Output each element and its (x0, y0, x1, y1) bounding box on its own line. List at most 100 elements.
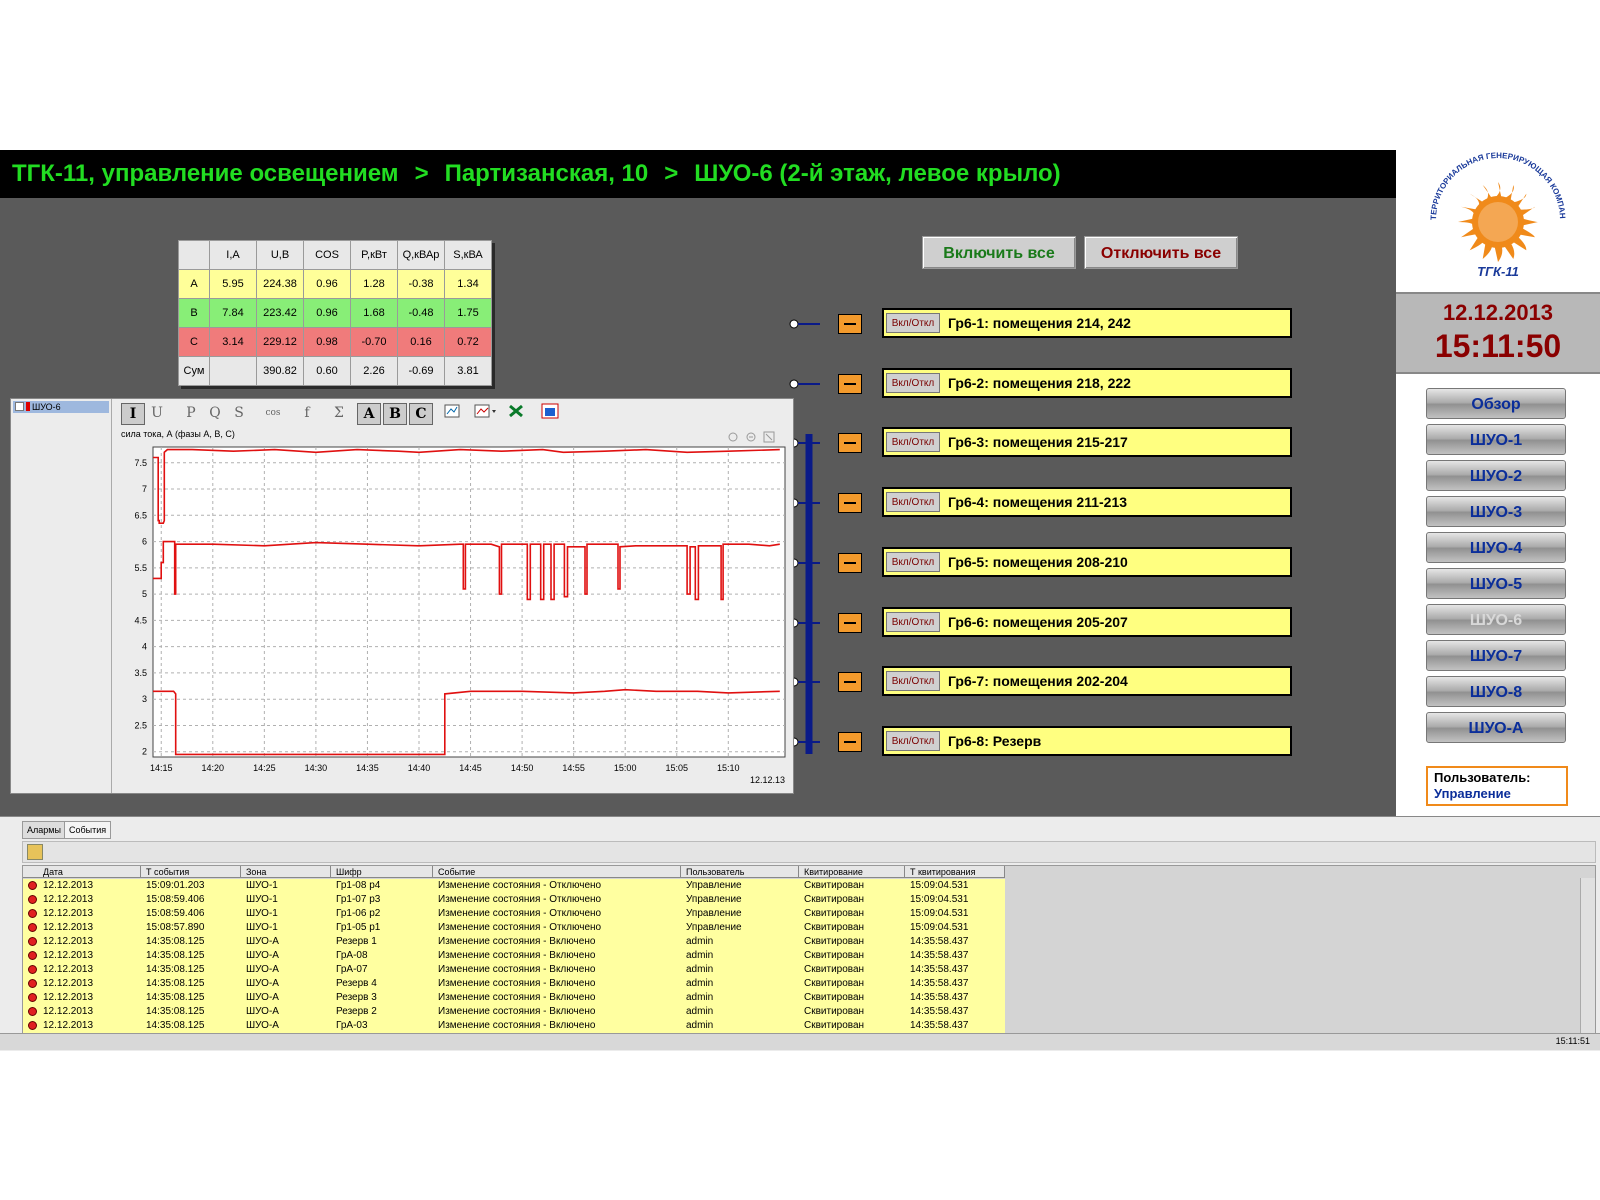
event-status-icon (28, 923, 37, 932)
group-toggle-minus-7[interactable] (838, 672, 862, 692)
event-status-icon (28, 881, 37, 890)
table-cell: 14:35:58.437 (905, 1005, 1005, 1019)
group-onoff-button[interactable]: Вкл/Откл (886, 612, 940, 632)
column-header[interactable]: Дата (23, 866, 141, 878)
group-toggle-minus-8[interactable] (838, 732, 862, 752)
group-onoff-button[interactable]: Вкл/Откл (886, 552, 940, 572)
table-row[interactable]: 12.12.2013 15:08:59.406 ШУО-1 Гр1-07 р3 Изме… (23, 893, 1595, 907)
event-status-icon (28, 1007, 37, 1016)
column-header[interactable]: Пользователь (681, 866, 799, 878)
table-cell: 15:09:04.531 (905, 907, 1005, 921)
group-onoff-button[interactable]: Вкл/Откл (886, 731, 940, 751)
nav-shuo6-button[interactable]: ШУО-6 (1426, 604, 1566, 635)
column-header[interactable]: Т события (141, 866, 241, 878)
nav-shuo4-button[interactable]: ШУО-4 (1426, 532, 1566, 563)
table-cell: 0.72 (444, 327, 492, 357)
tool-phase-c-button[interactable]: C (409, 403, 433, 425)
tool-active-power-button[interactable]: P (181, 403, 201, 423)
group-onoff-button[interactable]: Вкл/Откл (886, 373, 940, 393)
table-row[interactable]: 12.12.2013 14:35:08.125 ШУО-А ГрА-07 Изменен… (23, 963, 1595, 977)
group-toggle-minus-6[interactable] (838, 613, 862, 633)
table-row[interactable]: 12.12.2013 14:35:08.125 ШУО-А Резерв 1 Измен… (23, 935, 1595, 949)
table-row[interactable]: 12.12.2013 15:08:59.406 ШУО-1 Гр1-06 р2 Изме… (23, 907, 1595, 921)
breadcrumb-item-building[interactable]: Партизанская, 10 (445, 160, 649, 187)
tool-apparent-power-button[interactable]: S (229, 403, 249, 423)
event-scrollbar[interactable] (1580, 878, 1595, 1044)
group-onoff-button[interactable]: Вкл/Откл (886, 313, 940, 333)
group-row-5[interactable]: Вкл/Откл Гр6-5: помещения 208-210 (882, 547, 1292, 577)
turn-off-all-button[interactable]: Отключить все (1084, 236, 1238, 269)
table-row-phase-c: C 3.14 229.12 0.98 -0.70 0.16 0.72 (178, 327, 492, 357)
group-toggle-minus-2[interactable] (838, 374, 862, 394)
table-cell: Сквитирован (799, 949, 905, 963)
company-logo: ТЕРРИТОРИАЛЬНАЯ ГЕНЕРИРУЮЩАЯ КОМПАНИЯ №1… (1392, 143, 1600, 292)
current-trend-chart[interactable]: 7.5 7 6.5 6 5.5 5 4.5 4 3.5 3 2.5 2 14:15 14:20 14:25… (111, 439, 791, 791)
table-cell: 14:35:08.125 (141, 1019, 241, 1033)
table-row[interactable]: 12.12.2013 15:08:57.890 ШУО-1 Гр1-05 р1 Изме… (23, 921, 1595, 935)
group-toggle-minus-4[interactable] (838, 493, 862, 513)
table-header: COS (303, 240, 351, 270)
group-onoff-button[interactable]: Вкл/Откл (886, 432, 940, 452)
group-onoff-button[interactable]: Вкл/Откл (886, 492, 940, 512)
status-time: 15:11:51 (1555, 1036, 1590, 1046)
window-icon[interactable] (539, 403, 561, 423)
tab-events[interactable]: События (64, 821, 112, 839)
tool-frequency-button[interactable]: f (297, 403, 317, 423)
tab-alarms[interactable]: Алармы (22, 821, 66, 839)
column-header[interactable]: Зона (241, 866, 331, 878)
group-row-6[interactable]: Вкл/Откл Гр6-6: помещения 205-207 (882, 607, 1292, 637)
nav-shuo8-button[interactable]: ШУО-8 (1426, 676, 1566, 707)
nav-overview-button[interactable]: Обзор (1426, 388, 1566, 419)
group-row-4[interactable]: Вкл/Откл Гр6-4: помещения 211-213 (882, 487, 1292, 517)
nav-shuo1-button[interactable]: ШУО-1 (1426, 424, 1566, 455)
table-row[interactable]: 12.12.2013 14:35:08.125 ШУО-А Резерв 2 Измен… (23, 1005, 1595, 1019)
nav-shuo5-button[interactable]: ШУО-5 (1426, 568, 1566, 599)
column-header[interactable]: Квитирование (799, 866, 905, 878)
tool-sum-button[interactable]: Σ (329, 403, 349, 423)
tool-phase-a-button[interactable]: A (357, 403, 381, 425)
excel-icon[interactable] (505, 403, 527, 423)
table-row[interactable]: 12.12.2013 14:35:08.125 ШУО-А ГрА-03 Изменен… (23, 1019, 1595, 1033)
group-row-3[interactable]: Вкл/Откл Гр6-3: помещения 215-217 (882, 427, 1292, 457)
table-row[interactable]: 12.12.2013 14:35:08.125 ШУО-А Резерв 4 Измен… (23, 977, 1595, 991)
table-row[interactable]: 12.12.2013 14:35:08.125 ШУО-А Резерв 3 Измен… (23, 991, 1595, 1005)
nav-shuo2-button[interactable]: ШУО-2 (1426, 460, 1566, 491)
table-cell: 14:35:58.437 (905, 977, 1005, 991)
nav-shuo3-button[interactable]: ШУО-3 (1426, 496, 1566, 527)
nav-shuo7-button[interactable]: ШУО-7 (1426, 640, 1566, 671)
column-header[interactable]: Т квитирования (905, 866, 1005, 878)
export-icon[interactable] (441, 403, 463, 423)
tool-reactive-power-button[interactable]: Q (205, 403, 225, 423)
group-toggle-minus-1[interactable] (838, 314, 862, 334)
chart-style-icon[interactable] (473, 403, 499, 423)
trend-tree: ШУО-6 (11, 399, 112, 793)
tree-item-shuo6[interactable]: ШУО-6 (13, 401, 109, 413)
group-row-1[interactable]: Вкл/Откл Гр6-1: помещения 214, 242 (882, 308, 1292, 338)
tool-current-button[interactable]: I (121, 403, 145, 425)
tool-cos-button[interactable]: cos (261, 403, 285, 423)
column-header[interactable]: Шифр (331, 866, 433, 878)
breadcrumb-item-root[interactable]: ТГК-11, управление освещением (12, 160, 399, 187)
scada-window: ТГК-11, управление освещением > Партизанск… (0, 143, 1600, 1051)
group-row-2[interactable]: Вкл/Откл Гр6-2: помещения 218, 222 (882, 368, 1292, 398)
acknowledge-icon[interactable] (27, 844, 43, 860)
tool-voltage-button[interactable]: U (147, 403, 167, 423)
y-tick-label: 7 (142, 484, 147, 494)
column-header[interactable]: Событие (433, 866, 681, 878)
group-row-8[interactable]: Вкл/Откл Гр6-8: Резерв (882, 726, 1292, 756)
group-toggle-minus-5[interactable] (838, 553, 862, 573)
table-row[interactable]: 12.12.2013 15:09:01.203 ШУО-1 Гр1-08 р4 Изме… (23, 879, 1595, 893)
tool-phase-b-button[interactable]: B (383, 403, 407, 425)
y-tick-label: 5 (142, 589, 147, 599)
table-cell: Изменение состояния - Включено (433, 935, 681, 949)
tree-checkbox[interactable] (15, 402, 24, 411)
y-tick-label: 2.5 (134, 720, 147, 730)
group-label: Гр6-3: помещения 215-217 (948, 434, 1128, 450)
group-row-7[interactable]: Вкл/Откл Гр6-7: помещения 202-204 (882, 666, 1292, 696)
turn-on-all-button[interactable]: Включить все (922, 236, 1076, 269)
group-onoff-button[interactable]: Вкл/Откл (886, 671, 940, 691)
series-color-marker (26, 402, 30, 411)
nav-shuoa-button[interactable]: ШУО-А (1426, 712, 1566, 743)
table-row[interactable]: 12.12.2013 14:35:08.125 ШУО-А ГрА-08 Изменен… (23, 949, 1595, 963)
group-toggle-minus-3[interactable] (838, 433, 862, 453)
